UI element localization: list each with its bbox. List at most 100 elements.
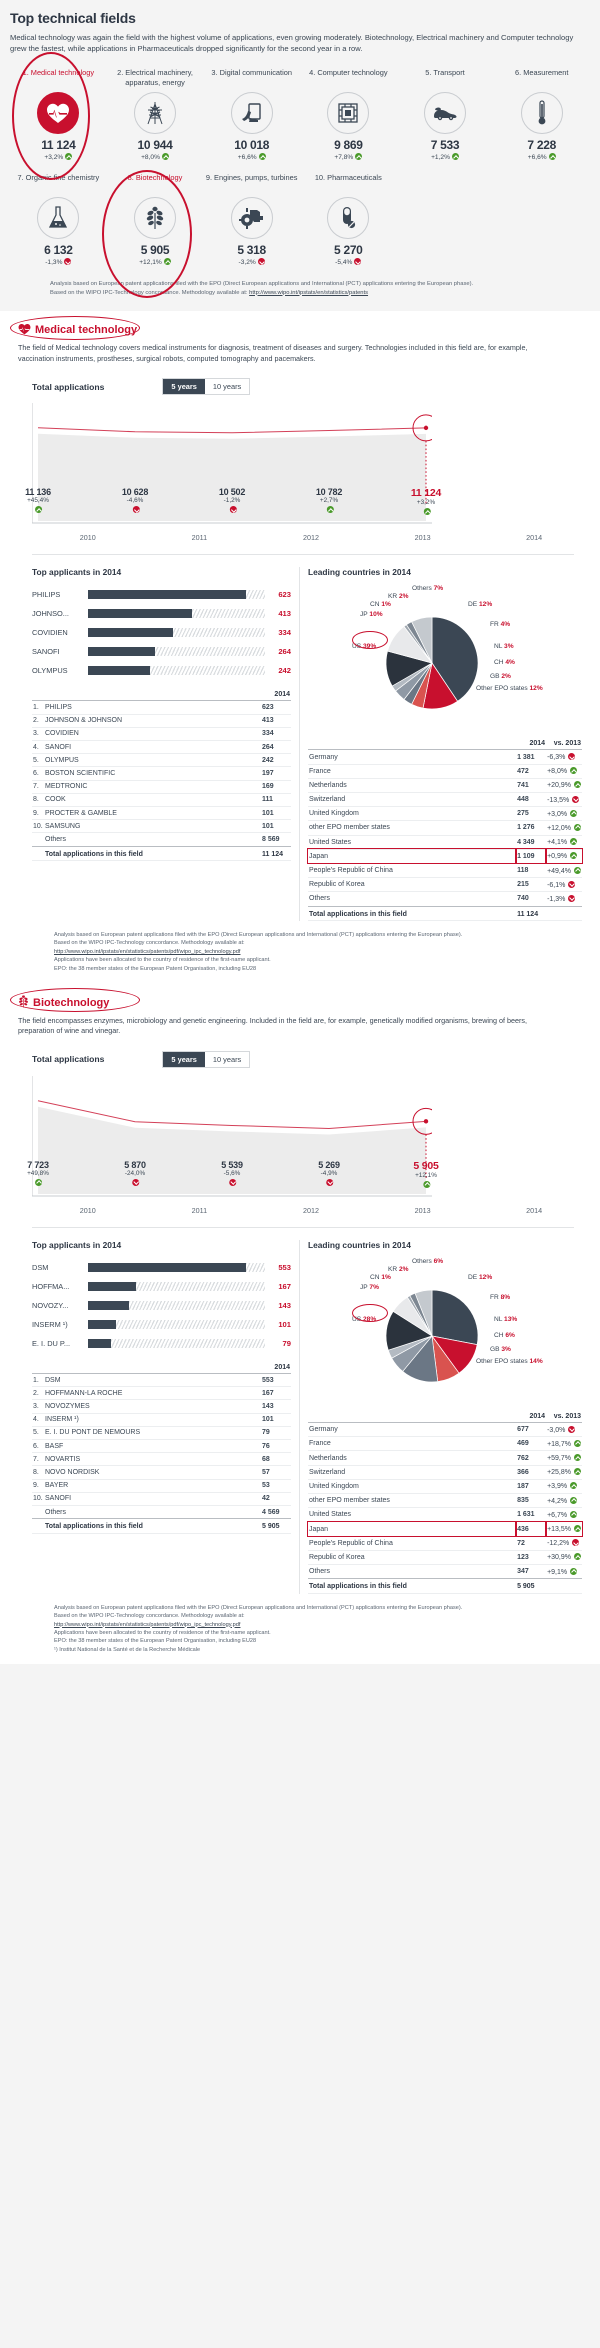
table-row[interactable]: Switzerland 448 -13,5%	[308, 793, 582, 807]
table-row[interactable]: Others 740 -1,3%	[308, 892, 582, 906]
table-row[interactable]: other EPO member states 835 +4,2%	[308, 1494, 582, 1508]
table-row[interactable]: Republic of Korea 215 -6,1%	[308, 878, 582, 892]
table-row[interactable]: People's Republic of China 72 -12,2%	[308, 1536, 582, 1551]
row-rank: 1.	[33, 704, 39, 712]
top-field-1[interactable]: 1. Medical technology 11 124 +3,2%	[10, 68, 107, 161]
table-row[interactable]: 6. BOSTON SCIENTIFIC 197	[32, 767, 291, 781]
applicant-bar-row: DSM 553	[32, 1260, 291, 1275]
toggle-5-years[interactable]: 5 years	[163, 379, 205, 395]
top-field-5[interactable]: 5. Transport 7 533 +1,2%	[397, 68, 494, 161]
applicant-bar-name: COVIDIEN	[32, 628, 68, 638]
table-row[interactable]: United States 1 631 +6,7%	[308, 1508, 582, 1522]
table-row[interactable]: 5. E. I. DU PONT DE NEMOURS 79	[32, 1426, 291, 1440]
table-row[interactable]: Others 8 569	[32, 833, 291, 846]
pie-label-CH: CH 4%	[494, 659, 515, 667]
table-row[interactable]: 3. NOVOZYMES 143	[32, 1400, 291, 1414]
row-name: other EPO member states	[309, 824, 390, 832]
table-row[interactable]: Republic of Korea 123 +30,9%	[308, 1550, 582, 1565]
row-name: United States	[309, 1511, 352, 1519]
table-row[interactable]: France 469 +18,7%	[308, 1437, 582, 1451]
top-field-7[interactable]: 7. Organic fine chemistry 6 132 -1,3%	[10, 173, 107, 266]
table-row[interactable]: 1. DSM 553	[32, 1374, 291, 1387]
row-value: 4 569	[262, 1508, 280, 1516]
applicant-bar-value: 553	[278, 1262, 291, 1272]
table-row[interactable]: 2. JOHNSON & JOHNSON 413	[32, 714, 291, 728]
table-row[interactable]: 8. NOVO NORDISK 57	[32, 1466, 291, 1480]
wipo-link[interactable]: http://www.wipo.int/ipstats/en/statistic…	[249, 290, 368, 296]
table-row[interactable]: 4. INSERM ¹) 101	[32, 1413, 291, 1427]
chart-value-2012: 5 539 -5,6%	[221, 1160, 243, 1187]
table-row[interactable]: 9. PROCTER & GAMBLE 101	[32, 806, 291, 820]
chart-value-delta: +3,2%	[416, 499, 436, 507]
table-row[interactable]: Germany 1 381 -6,3%	[308, 750, 582, 765]
table-row[interactable]: 5. OLYMPUS 242	[32, 754, 291, 767]
note-line: Analysis based on European patent applic…	[54, 932, 463, 939]
total-label: Total applications in this field	[308, 1578, 517, 1594]
row-name: BASF	[45, 1442, 64, 1450]
trend-down-icon	[64, 258, 72, 265]
table-row[interactable]: France 472 +8,0%	[308, 764, 582, 779]
table-row[interactable]: United Kingdom 275 +3,0%	[308, 807, 582, 821]
row-name: SAMSUNG	[45, 822, 81, 830]
top-field-3[interactable]: 3. Digital communication 10 018 +6,6%	[203, 68, 300, 161]
divider	[32, 554, 574, 556]
chart-value-badge	[316, 505, 342, 514]
row-rank: 10.	[33, 822, 43, 830]
methodology-link[interactable]: http://www.wipo.int/ipstats/en/statistic…	[54, 1622, 240, 1628]
chart-value-badge	[221, 1178, 243, 1187]
period-toggle[interactable]: 5 years 10 years	[162, 378, 251, 396]
table-row[interactable]: 1. PHILIPS 623	[32, 701, 291, 715]
table-row[interactable]: other EPO member states 1 276 +12,0%	[308, 821, 582, 836]
top-field-8[interactable]: 8. Biotechnology 5 905 +12,1%	[107, 173, 204, 266]
flask-icon	[37, 197, 80, 239]
table-row[interactable]: People's Republic of China 118 +49,4%	[308, 863, 582, 878]
methodology-link[interactable]: http://www.wipo.int/ipstats/en/statistic…	[54, 949, 240, 955]
period-toggle[interactable]: 5 years 10 years	[162, 1050, 251, 1068]
table-row[interactable]: Netherlands 762 +59,7%	[308, 1451, 582, 1466]
table-row[interactable]: 3. COVIDIEN 334	[32, 727, 291, 741]
section-description: The field encompasses enzymes, microbiol…	[18, 1016, 527, 1036]
x-tick-label: 2013	[414, 1205, 431, 1215]
table-row[interactable]: Others 347 +9,1%	[308, 1564, 582, 1579]
chart-value-badge	[27, 1178, 49, 1187]
table-row[interactable]: Japan 436 +13,5%	[306, 1520, 583, 1538]
top-field-10[interactable]: 10. Pharmaceuticals 5 270 -5,4%	[300, 173, 397, 266]
table-row[interactable]: 10. SANOFI 42	[32, 1492, 291, 1506]
toggle-5-years[interactable]: 5 years	[163, 1051, 205, 1067]
table-row[interactable]: 7. NOVARTIS 68	[32, 1453, 291, 1466]
table-row[interactable]: 9. BAYER 53	[32, 1479, 291, 1493]
row-vs: +25,8%	[546, 1465, 582, 1479]
row-rank: 8.	[33, 1469, 39, 1477]
table-row[interactable]: 2. HOFFMANN-LA ROCHE 167	[32, 1387, 291, 1400]
table-row[interactable]: Others 4 569	[32, 1505, 291, 1519]
table-row[interactable]: Netherlands 741 +20,9%	[308, 778, 582, 793]
top-field-9[interactable]: 9. Engines, pumps, turbines 5 318 -3,2%	[203, 173, 300, 266]
toggle-10-years[interactable]: 10 years	[204, 1051, 250, 1067]
top-field-6[interactable]: 6. Measurement 7 228 +6,6%	[493, 68, 590, 161]
top-footnote: Analysis based on European patent applic…	[50, 280, 530, 297]
row-vs: +4,1%	[546, 835, 582, 849]
table-row[interactable]: 7. MEDTRONIC 169	[32, 780, 291, 794]
table-row[interactable]: 8. COOK 111	[32, 793, 291, 807]
section-title: Medical technology	[35, 324, 138, 337]
table-row[interactable]: Japan 1 109 +0,9%	[306, 848, 583, 865]
chart-value-number: 5 539	[221, 1159, 243, 1170]
toggle-10-years[interactable]: 10 years	[204, 379, 250, 395]
chart-value-number: 5 269	[318, 1159, 340, 1170]
table-row[interactable]: 6. BASF 76	[32, 1440, 291, 1453]
row-name: United Kingdom	[309, 810, 359, 818]
table-row[interactable]: Germany 677 -3,0%	[308, 1423, 582, 1437]
row-name: Japan	[306, 1520, 518, 1538]
top-field-2[interactable]: 2. Electrical machinery, apparatus, ener…	[107, 68, 204, 161]
top-field-4[interactable]: 4. Computer technology 9 869 +7,8%	[300, 68, 397, 161]
countries-column: Leading countries in 2014 US 39% DE 12% FR…	[300, 567, 590, 921]
top-field-value: 7 228	[527, 138, 556, 152]
infographic-page: Top technical fields Medical technology …	[0, 0, 600, 1665]
table-row[interactable]: United Kingdom 187 +3,9%	[308, 1479, 582, 1494]
table-row[interactable]: 10. SAMSUNG 101	[32, 820, 291, 833]
row-name: Switzerland	[309, 1468, 346, 1476]
table-row[interactable]: 4. SANOFI 264	[32, 741, 291, 754]
chart-value-delta: -4,6%	[126, 497, 144, 505]
table-row[interactable]: Switzerland 366 +25,8%	[308, 1465, 582, 1480]
table-row[interactable]: United States 4 349 +4,1%	[308, 835, 582, 850]
